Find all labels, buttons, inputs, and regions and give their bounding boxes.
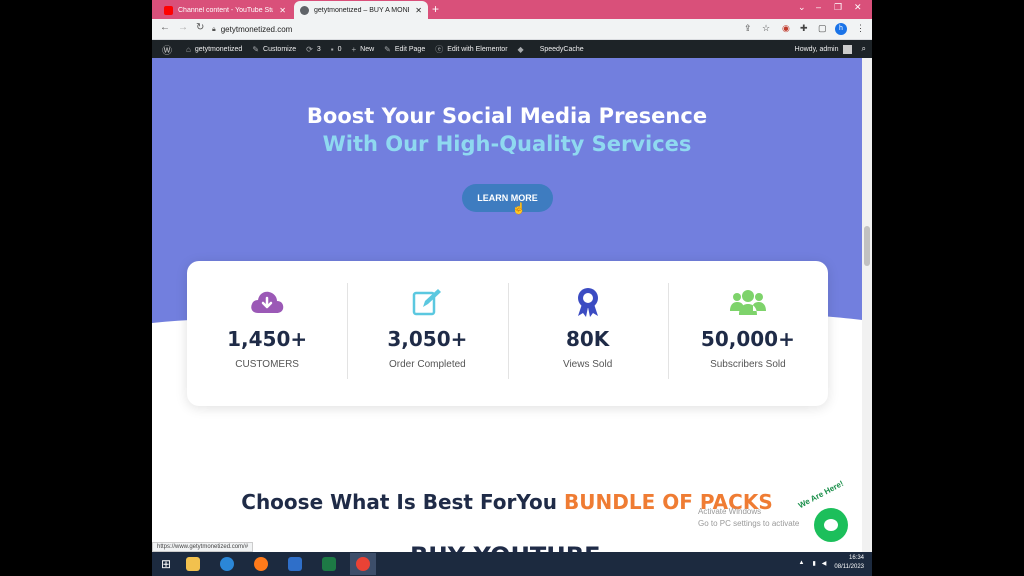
speedycache-icon: ◆: [517, 44, 524, 54]
back-icon[interactable]: ←: [160, 22, 170, 33]
cloud-download-icon: [249, 287, 285, 317]
wp-admin-bar: Ⓦ ⌂ getytmonetized ✎ Customize ⟳ 3 ▪ 0 + New …: [152, 40, 872, 58]
activate-windows-watermark: Activate Windows Go to PC settings to ac…: [698, 507, 800, 528]
updates-icon: ⟳: [306, 44, 313, 54]
volume-icon[interactable]: ◀: [822, 560, 827, 567]
adminbar-site[interactable]: ⌂ getytmonetized: [186, 45, 242, 54]
adminbar-speedycache[interactable]: ◆ SpeedyCache: [518, 45, 584, 54]
hero-subtitle: With Our High-Quality Services: [322, 132, 692, 156]
stats-card: 1,450+ CUSTOMERS 3,050+ Order Completed …: [187, 261, 828, 406]
learn-more-button[interactable]: LEARN MORE: [462, 184, 553, 212]
close-icon[interactable]: ✕: [279, 6, 286, 15]
stat-label: Subscribers Sold: [710, 359, 786, 370]
edit-icon: [411, 287, 443, 317]
section-title-main: Choose What Is Best ForYou: [241, 490, 558, 514]
adminbar-new[interactable]: + New: [351, 45, 374, 54]
plus-icon: +: [351, 44, 357, 54]
stat-label: Views Sold: [562, 359, 613, 370]
forward-icon[interactable]: →: [178, 22, 188, 33]
maximize-icon[interactable]: ❐: [834, 2, 842, 13]
stat-label: CUSTOMERS: [235, 359, 299, 370]
adminbar-edit-page[interactable]: ✎ Edit Page: [384, 45, 425, 54]
bookmark-star-icon[interactable]: ☆: [762, 23, 770, 34]
firefox-icon[interactable]: [248, 553, 274, 575]
address-bar[interactable]: 🔒︎ getytmonetized.com: [212, 22, 832, 37]
windows-taskbar: ⊞ ▲ ▮ ◀ 16:34 08/11/2023: [152, 552, 872, 576]
stat-subscribers: 50,000+ Subscribers Sold: [667, 261, 828, 406]
youtube-icon: [164, 5, 173, 15]
browser-toolbar: ← → ↻ 🔒︎ getytmonetized.com ⇪ ☆ ◉ ✚ ▢ h …: [152, 19, 872, 40]
stat-customers: 1,450+ CUSTOMERS: [187, 261, 347, 406]
new-tab-icon[interactable]: +: [432, 2, 439, 16]
system-tray: ▲ ▮ ◀ 16:34 08/11/2023: [799, 554, 864, 572]
stat-value: 80K: [565, 327, 610, 351]
file-explorer-icon[interactable]: [180, 553, 206, 575]
elementor-icon: ⓔ: [435, 44, 444, 54]
tab-title: Channel content - YouTube Studio: [178, 6, 274, 14]
stat-orders: 3,050+ Order Completed: [347, 261, 507, 406]
tray-arrow-icon[interactable]: ▲: [799, 560, 805, 566]
profile-avatar[interactable]: h: [835, 23, 847, 35]
tab-getytmonetized[interactable]: getytmonetized – BUY A MONETIZED ✕: [294, 1, 428, 19]
globe-icon: [300, 5, 309, 15]
reload-icon[interactable]: ↻: [196, 22, 204, 33]
stat-views: 80K Views Sold: [507, 261, 668, 406]
minimize-icon[interactable]: –: [816, 2, 821, 12]
network-icon[interactable]: ▮: [812, 560, 815, 567]
chevron-down-icon[interactable]: ⌄: [798, 2, 806, 13]
adminbar-howdy[interactable]: Howdy, admin: [795, 46, 839, 53]
adminbar-comments[interactable]: ▪ 0: [331, 45, 342, 54]
stat-value: 3,050+: [387, 327, 468, 351]
url-text: getytmonetized.com: [220, 25, 293, 34]
avatar[interactable]: [842, 44, 852, 54]
share-icon[interactable]: ⇪: [744, 23, 752, 34]
scroll-thumb[interactable]: [864, 226, 870, 266]
home-icon: ⌂: [186, 44, 191, 54]
wordpress-logo-icon[interactable]: Ⓦ: [162, 42, 176, 57]
extension-icon[interactable]: ◉: [782, 23, 790, 34]
excel-icon[interactable]: [316, 553, 342, 575]
page-content: Boost Your Social Media Presence With Ou…: [152, 58, 862, 552]
brush-icon: ✎: [252, 44, 260, 54]
internet-explorer-icon[interactable]: [214, 553, 240, 575]
stat-value: 1,450+: [227, 327, 308, 351]
chat-button[interactable]: [814, 508, 848, 542]
hand-cursor-icon: ☝: [512, 203, 526, 215]
pencil-icon: ✎: [384, 44, 391, 54]
adminbar-elementor[interactable]: ⓔ Edit with Elementor: [435, 44, 507, 55]
stat-value: 50,000+: [700, 327, 795, 351]
buy-youtube-heading: BUY YOUTUBE: [410, 542, 600, 552]
tab-title: getytmonetized – BUY A MONETIZED: [314, 6, 409, 14]
sidepanel-icon[interactable]: ▢: [818, 23, 827, 34]
close-icon[interactable]: ✕: [415, 6, 422, 15]
chrome-icon[interactable]: [350, 553, 376, 575]
status-bar-url: https://www.getytmonetized.com/#: [152, 542, 254, 552]
adminbar-customize[interactable]: ✎ Customize: [252, 45, 296, 54]
stat-label: Order Completed: [389, 359, 466, 370]
clock[interactable]: 16:34 08/11/2023: [834, 554, 864, 572]
screen: Channel content - YouTube Studio ✕ getyt…: [152, 0, 872, 576]
menu-icon[interactable]: ⋮: [856, 23, 865, 34]
adminbar-updates[interactable]: ⟳ 3: [306, 45, 321, 54]
hero-title: Boost Your Social Media Presence: [306, 104, 708, 128]
search-icon[interactable]: ⌕: [862, 44, 866, 54]
comment-icon: ▪: [330, 44, 334, 54]
tab-youtube-studio[interactable]: Channel content - YouTube Studio ✕: [158, 1, 292, 19]
chat-bubble-icon: [824, 519, 838, 531]
award-ribbon-icon: [575, 287, 601, 317]
page-scrollbar[interactable]: [862, 58, 872, 552]
tab-strip: Channel content - YouTube Studio ✕ getyt…: [152, 0, 872, 19]
close-window-icon[interactable]: ✕: [854, 2, 862, 13]
store-icon[interactable]: [282, 553, 308, 575]
users-icon: [729, 287, 767, 317]
lock-icon: 🔒︎: [212, 25, 216, 33]
puzzle-icon[interactable]: ✚: [800, 23, 808, 34]
windows-start-icon[interactable]: ⊞: [152, 552, 180, 576]
